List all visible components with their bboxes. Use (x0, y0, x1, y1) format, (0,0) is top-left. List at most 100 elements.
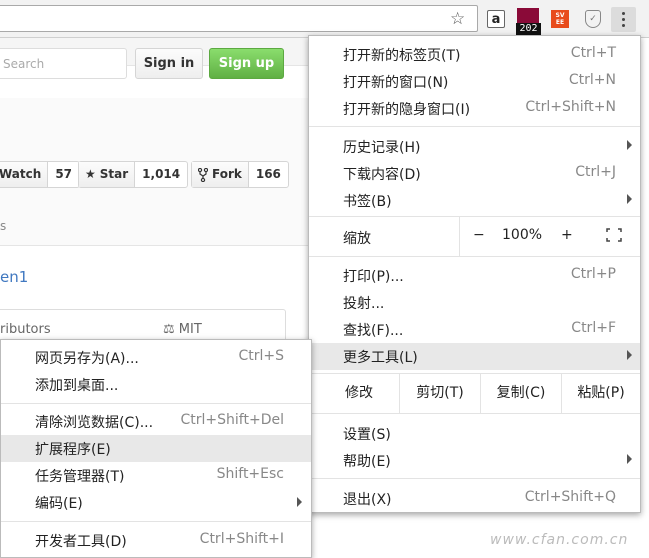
star-button[interactable]: ★ Star 1,014 (78, 161, 189, 188)
extension-badge: 202 (516, 23, 541, 35)
menu-item-label: 打印(P)... (343, 269, 404, 285)
dot-icon (622, 18, 625, 21)
menu-item-more-tools[interactable]: 更多工具(L) (309, 343, 640, 370)
submenu-item-label: 开发者工具(D) (35, 534, 127, 550)
extension-flag-icon[interactable] (517, 8, 539, 23)
zoom-row: 缩放 − 100% + (309, 216, 640, 256)
menu-item-label: 历史记录(H) (343, 140, 421, 156)
zoom-divider (459, 216, 460, 256)
menu-item-settings[interactable]: 设置(S) (309, 420, 640, 447)
fork-icon (198, 167, 208, 182)
more-tools-submenu: 网页另存为(A)... Ctrl+S 添加到桌面... 清除浏览数据(C)... C… (0, 339, 312, 558)
submenu-item-devtools[interactable]: 开发者工具(D) Ctrl+Shift+I (1, 527, 311, 554)
submenu-item-shortcut: Shift+Esc (216, 466, 284, 482)
scale-icon: ⚖ (163, 322, 175, 337)
menu-item-label: 帮助(E) (343, 454, 391, 470)
zoom-in-button[interactable]: + (561, 227, 573, 243)
menu-item-new-window[interactable]: 打开新的窗口(N) Ctrl+N (309, 68, 640, 95)
sign-up-button[interactable]: Sign up (209, 48, 284, 79)
dot-icon (622, 12, 625, 15)
menu-item-shortcut: Ctrl+Shift+Q (524, 489, 616, 505)
extension-a-icon[interactable]: a (487, 10, 505, 28)
menu-item-label: 退出(X) (343, 492, 392, 508)
menu-item-label: 打开新的窗口(N) (343, 75, 449, 91)
menu-item-exit[interactable]: 退出(X) Ctrl+Shift+Q (309, 485, 640, 512)
menu-item-label: 打开新的隐身窗口(I) (343, 102, 471, 118)
sign-in-button[interactable]: Sign in (135, 48, 203, 79)
submenu-item-shortcut: Ctrl+S (238, 348, 284, 364)
menu-item-find[interactable]: 查找(F)... Ctrl+F (309, 316, 640, 343)
fork-count[interactable]: 166 (249, 162, 288, 187)
menu-item-label: 书签(B) (343, 194, 392, 210)
zoom-label: 缩放 (343, 231, 371, 247)
address-bar[interactable]: ☆ (0, 5, 478, 32)
menu-separator (1, 403, 311, 404)
submenu-item-save-page[interactable]: 网页另存为(A)... Ctrl+S (1, 344, 311, 371)
submenu-item-label: 添加到桌面... (35, 378, 119, 394)
copy-button[interactable]: 复制(C) (481, 373, 561, 413)
star-label-wrap[interactable]: ★ Star (79, 162, 136, 187)
dot-icon (622, 24, 625, 27)
ext-sv-top: SV (555, 12, 565, 19)
edit-label: 修改 (345, 385, 373, 401)
chrome-main-menu: 打开新的标签页(T) Ctrl+T 打开新的窗口(N) Ctrl+N 打开新的隐身窗… (308, 35, 641, 513)
watermark: www.cfan.com.cn (490, 532, 629, 548)
menu-item-print[interactable]: 打印(P)... Ctrl+P (309, 262, 640, 289)
edit-row: 修改 剪切(T) 复制(C) 粘贴(P) (309, 373, 640, 413)
browser-toolbar: ☆ a 202 SV EE ✓ (0, 0, 649, 38)
menu-item-shortcut: Ctrl+F (571, 320, 616, 336)
menu-item-bookmarks[interactable]: 书签(B) (309, 187, 640, 214)
bookmark-star-icon[interactable]: ☆ (450, 9, 465, 29)
chevron-right-icon (627, 194, 632, 204)
paste-button[interactable]: 粘贴(P) (562, 373, 640, 413)
submenu-item-label: 清除浏览数据(C)... (35, 415, 154, 431)
menu-item-shortcut: Ctrl+N (568, 72, 616, 88)
chrome-menu-button[interactable] (611, 7, 636, 32)
fork-label: Fork (212, 167, 242, 181)
license-link[interactable]: ⚖ MIT (163, 322, 202, 337)
menu-item-label: 设置(S) (343, 427, 391, 443)
submenu-item-shortcut: Ctrl+Shift+I (199, 531, 284, 547)
shield-icon[interactable]: ✓ (585, 10, 601, 28)
chevron-right-icon (627, 140, 632, 150)
submenu-item-task-manager[interactable]: 任务管理器(T) Shift+Esc (1, 462, 311, 489)
menu-item-incognito[interactable]: 打开新的隐身窗口(I) Ctrl+Shift+N (309, 95, 640, 122)
menu-item-downloads[interactable]: 下载内容(D) Ctrl+J (309, 160, 640, 187)
menu-item-history[interactable]: 历史记录(H) (309, 133, 640, 160)
menu-separator (309, 126, 640, 127)
watch-count[interactable]: 57 (48, 162, 79, 187)
watch-button[interactable]: Watch 57 (0, 161, 81, 188)
menu-separator (309, 256, 640, 257)
submenu-item-label: 编码(E) (35, 496, 83, 512)
submenu-item-shortcut: Ctrl+Shift+Del (180, 412, 284, 428)
menu-item-shortcut: Ctrl+J (575, 164, 616, 180)
menu-item-shortcut: Ctrl+P (570, 266, 616, 282)
menu-item-cast[interactable]: 投射... (309, 289, 640, 316)
fullscreen-icon[interactable] (606, 228, 622, 242)
menu-item-shortcut: Ctrl+Shift+N (525, 99, 616, 115)
submenu-item-label: 任务管理器(T) (35, 469, 125, 485)
submenu-item-extensions[interactable]: 扩展程序(E) (1, 435, 311, 462)
repo-tab-fragment[interactable]: s (0, 219, 6, 233)
star-icon: ★ (85, 167, 96, 181)
ext-sv-bottom: EE (555, 19, 565, 26)
submenu-item-encoding[interactable]: 编码(E) (1, 489, 311, 516)
submenu-item-clear-data[interactable]: 清除浏览数据(C)... Ctrl+Shift+Del (1, 408, 311, 435)
contributors-link[interactable]: ributors (0, 322, 51, 337)
watch-label[interactable]: Watch (0, 162, 49, 187)
chevron-right-icon (297, 497, 302, 507)
menu-item-new-tab[interactable]: 打开新的标签页(T) Ctrl+T (309, 41, 640, 68)
zoom-out-button[interactable]: − (473, 227, 485, 243)
repo-link-fragment[interactable]: en1 (0, 268, 28, 286)
menu-item-help[interactable]: 帮助(E) (309, 447, 640, 474)
menu-item-label: 下载内容(D) (343, 167, 421, 183)
star-count[interactable]: 1,014 (135, 162, 187, 187)
submenu-item-add-to-desktop[interactable]: 添加到桌面... (1, 371, 311, 398)
extension-sv-icon[interactable]: SV EE (551, 10, 569, 28)
fork-label-wrap[interactable]: Fork (192, 162, 249, 187)
cut-button[interactable]: 剪切(T) (400, 373, 480, 413)
menu-separator (309, 413, 640, 414)
fork-button[interactable]: Fork 166 (191, 161, 289, 188)
search-input[interactable]: Search (0, 48, 127, 79)
zoom-value: 100% (502, 227, 543, 243)
